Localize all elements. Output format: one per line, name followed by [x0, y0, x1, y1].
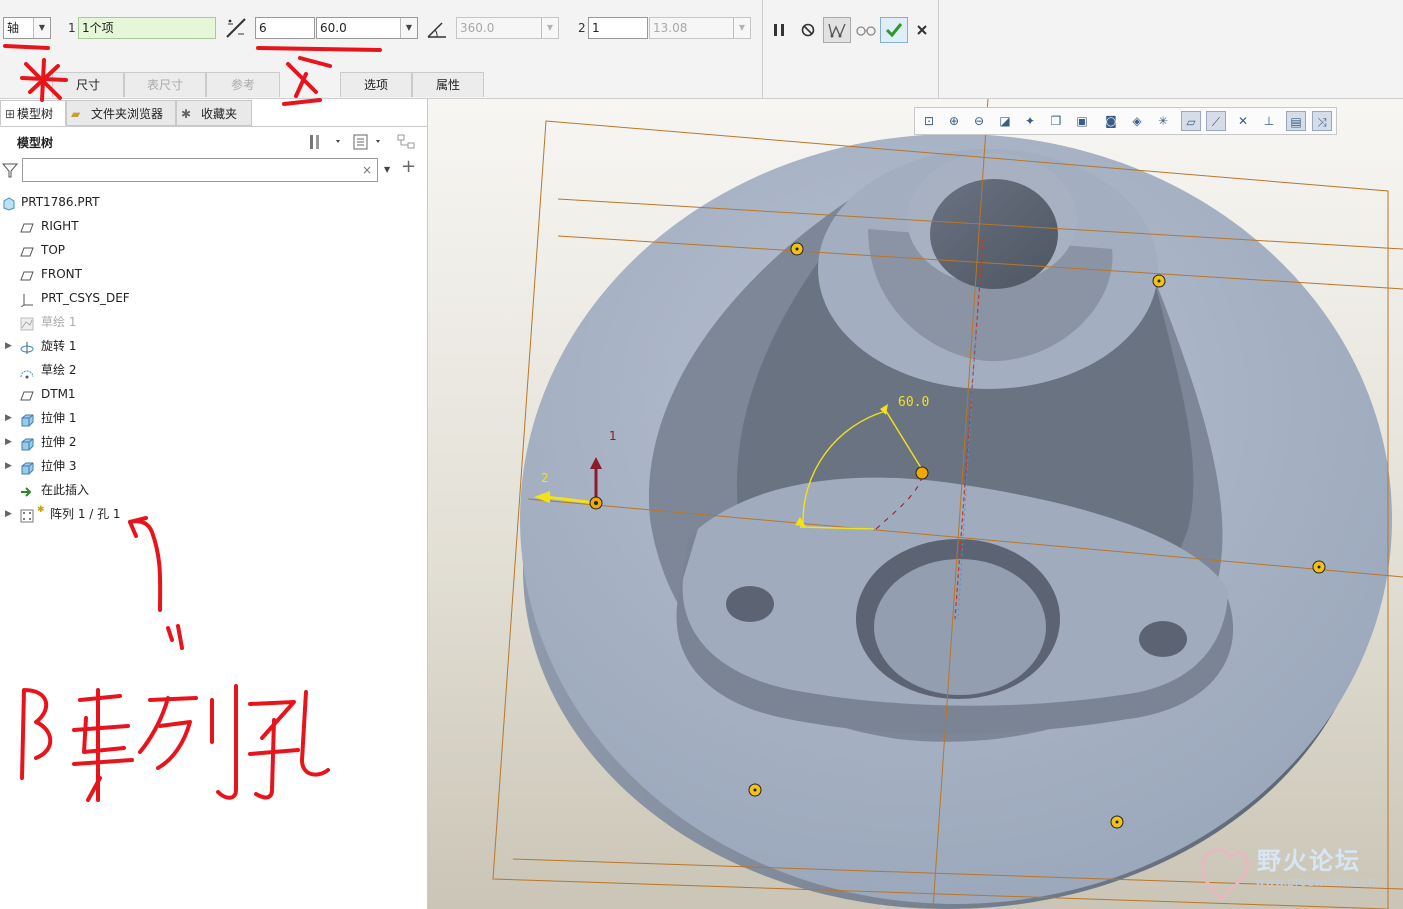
handwritten-markup — [3, 44, 382, 802]
